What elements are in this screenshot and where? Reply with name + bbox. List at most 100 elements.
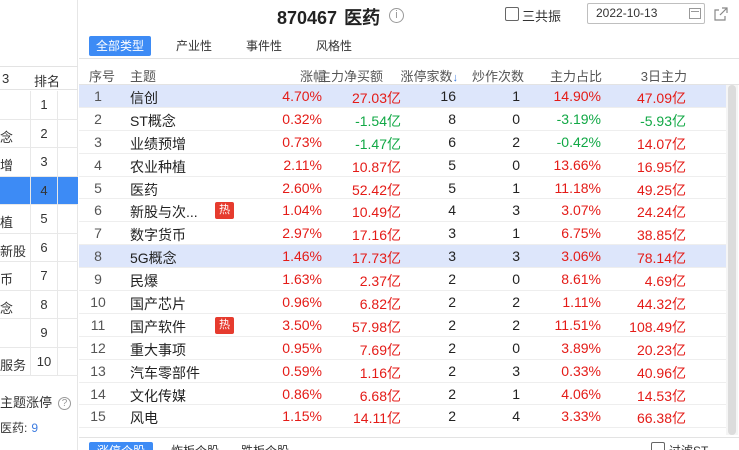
tab-all[interactable]: 全部类型 (89, 36, 151, 56)
col-index[interactable]: 序号 (89, 66, 115, 85)
tab-event[interactable]: 事件性 (239, 36, 289, 56)
left-list-item[interactable]: 服务 10 (0, 347, 78, 376)
row-limit-up-count: 4 (448, 202, 456, 219)
row-limit-up-count: 2 (448, 294, 456, 311)
info-icon[interactable]: i (389, 8, 404, 23)
row-theme[interactable]: ST概念 (130, 111, 176, 131)
row-theme[interactable]: 民爆 (130, 271, 158, 291)
filter-st-label: 过滤ST (669, 442, 708, 450)
row-3day-main: 20.23亿 (636, 341, 686, 358)
row-net-buy: 10.49亿 (351, 204, 401, 221)
col-limit-up-count[interactable]: 涨停家数↓ (400, 66, 458, 85)
row-3day-main: 44.32亿 (636, 296, 686, 313)
row-net-buy: 1.16亿 (359, 364, 401, 381)
left-item-rank: 2 (30, 119, 58, 148)
row-3day-main: 108.49亿 (629, 318, 686, 335)
table-row[interactable]: 8 5G概念 1.46% 17.73亿 3 3 3.06% 78.14亿 (79, 245, 726, 269)
left-list-item[interactable]: 新股 6 (0, 233, 78, 262)
row-change: 2.60% (282, 179, 322, 196)
left-item-rank: 3 (30, 148, 58, 176)
row-theme[interactable]: 农业种植 (130, 157, 186, 177)
tab-limit-up-stocks[interactable]: 涨停个股 (89, 442, 153, 450)
left-list-item[interactable]: 币7 (0, 262, 78, 291)
row-theme[interactable]: 重大事项 (130, 340, 186, 360)
row-theme[interactable]: 业绩预增 (130, 134, 186, 154)
table-row[interactable]: 3 业绩预增 0.73% -1.47亿 6 2 -0.42% 14.07亿 (79, 131, 726, 154)
row-3day-main: 16.95亿 (636, 158, 686, 175)
row-index: 13 (90, 362, 106, 379)
row-limit-up-count: 2 (448, 271, 456, 288)
tab-broken-board-stocks[interactable]: 炸板个股 (163, 442, 227, 450)
left-table-body: 1 念 2 增 3 4 植 5 新股 6 币 7 念 8 9 服务 10 (0, 91, 78, 376)
left-list-item[interactable]: 念8 (0, 290, 78, 319)
table-row[interactable]: 13 汽车零部件 0.59% 1.16亿 2 3 0.33% 40.96亿 (79, 360, 726, 383)
row-net-buy: 10.87亿 (351, 158, 401, 175)
left-list-item[interactable]: 增3 (0, 148, 78, 177)
calendar-icon[interactable] (689, 8, 701, 19)
col-main-ratio[interactable]: 主力占比 (550, 66, 602, 85)
table-row[interactable]: 15 风电 1.15% 14.11亿 2 4 3.33% 66.38亿 (79, 405, 726, 429)
table-row[interactable]: 2 ST概念 0.32% -1.54亿 8 0 -3.19% -5.93亿 (79, 108, 726, 131)
sector-name: 医药 (344, 8, 381, 28)
table-row[interactable]: 10 国产芯片 0.96% 6.82亿 2 2 1.11% 44.32亿 (79, 291, 726, 314)
table-row[interactable]: 6 新股与次... 热 1.04% 10.49亿 4 3 3.07% 24.24亿 (79, 199, 726, 223)
row-index: 4 (94, 156, 102, 173)
left-footer-value[interactable]: 9 (31, 421, 38, 435)
left-list-item[interactable]: 1 (0, 91, 78, 120)
left-list-item[interactable]: 4 (0, 176, 78, 205)
table-row[interactable]: 7 数字货币 2.97% 17.16亿 3 1 6.75% 38.85亿 (79, 222, 726, 246)
col-theme[interactable]: 主题 (130, 66, 156, 85)
table-row[interactable]: 14 文化传媒 0.86% 6.68亿 2 1 4.06% 14.53亿 (79, 383, 726, 406)
left-list-item[interactable]: 9 (0, 319, 78, 348)
left-header-col1: 3 (2, 71, 10, 86)
table-row[interactable]: 5 医药 2.60% 52.42亿 5 1 11.18% 49.25亿 (79, 177, 726, 200)
table-row[interactable]: 11 国产软件 热 3.50% 57.98亿 2 2 11.51% 108.49亿 (79, 314, 726, 337)
row-main-ratio: 3.89% (561, 339, 601, 356)
table-row[interactable]: 1 信创 4.70% 27.03亿 16 1 14.90% 47.09亿 (79, 85, 726, 108)
filter-st-checkbox[interactable] (651, 442, 665, 450)
date-picker[interactable]: 2022-10-13 (587, 3, 705, 24)
export-icon[interactable] (713, 6, 729, 22)
resonance-checkbox[interactable] (505, 7, 519, 21)
row-theme[interactable]: 文化传媒 (130, 386, 186, 406)
bottom-tabs: 涨停个股 炸板个股 跌板个股 (79, 437, 739, 450)
row-speculation-count: 3 (512, 202, 520, 219)
tab-limit-down-stocks[interactable]: 跌板个股 (233, 442, 297, 450)
row-theme[interactable]: 5G概念 (130, 248, 177, 268)
row-speculation-count: 3 (512, 248, 520, 265)
row-3day-main: 38.85亿 (636, 227, 686, 244)
row-theme[interactable]: 国产软件 (130, 317, 186, 337)
row-theme[interactable]: 医药 (130, 180, 158, 200)
col-speculation-count[interactable]: 炒作次数 (472, 66, 524, 85)
row-index: 14 (90, 385, 106, 402)
row-theme[interactable]: 新股与次... (130, 202, 198, 222)
scrollbar-thumb[interactable] (728, 85, 736, 435)
row-net-buy: 6.68亿 (359, 387, 401, 404)
row-3day-main: 78.14亿 (636, 250, 686, 267)
col-net-buy[interactable]: 主力净买额 (318, 66, 383, 85)
left-item-name: 念 (0, 129, 14, 145)
tab-industry[interactable]: 产业性 (169, 36, 219, 56)
row-theme[interactable]: 数字货币 (130, 225, 186, 245)
left-item-name: 植 (0, 215, 14, 230)
help-icon[interactable]: ? (58, 397, 72, 410)
row-theme[interactable]: 信创 (130, 88, 158, 108)
row-3day-main: 40.96亿 (636, 364, 686, 381)
row-theme[interactable]: 汽车零部件 (130, 363, 200, 383)
row-speculation-count: 3 (512, 362, 520, 379)
row-3day-main: 24.24亿 (636, 204, 686, 221)
col-3day-main[interactable]: 3日主力 (641, 66, 687, 85)
tab-style[interactable]: 风格性 (309, 36, 359, 56)
table-scrollbar[interactable] (726, 85, 738, 435)
table-row[interactable]: 9 民爆 1.63% 2.37亿 2 0 8.61% 4.69亿 (79, 268, 726, 292)
left-list-item[interactable]: 念2 (0, 119, 78, 148)
row-change: 0.95% (282, 339, 322, 356)
row-main-ratio: 4.06% (561, 385, 601, 402)
row-theme[interactable]: 风电 (130, 408, 158, 428)
left-item-name: 新股 (0, 243, 27, 259)
table-row[interactable]: 4 农业种植 2.11% 10.87亿 5 0 13.66% 16.95亿 (79, 154, 726, 177)
row-theme[interactable]: 国产芯片 (130, 294, 186, 314)
row-speculation-count: 1 (512, 385, 520, 402)
left-list-item[interactable]: 植5 (0, 205, 78, 234)
table-row[interactable]: 12 重大事项 0.95% 7.69亿 2 0 3.89% 20.23亿 (79, 337, 726, 360)
